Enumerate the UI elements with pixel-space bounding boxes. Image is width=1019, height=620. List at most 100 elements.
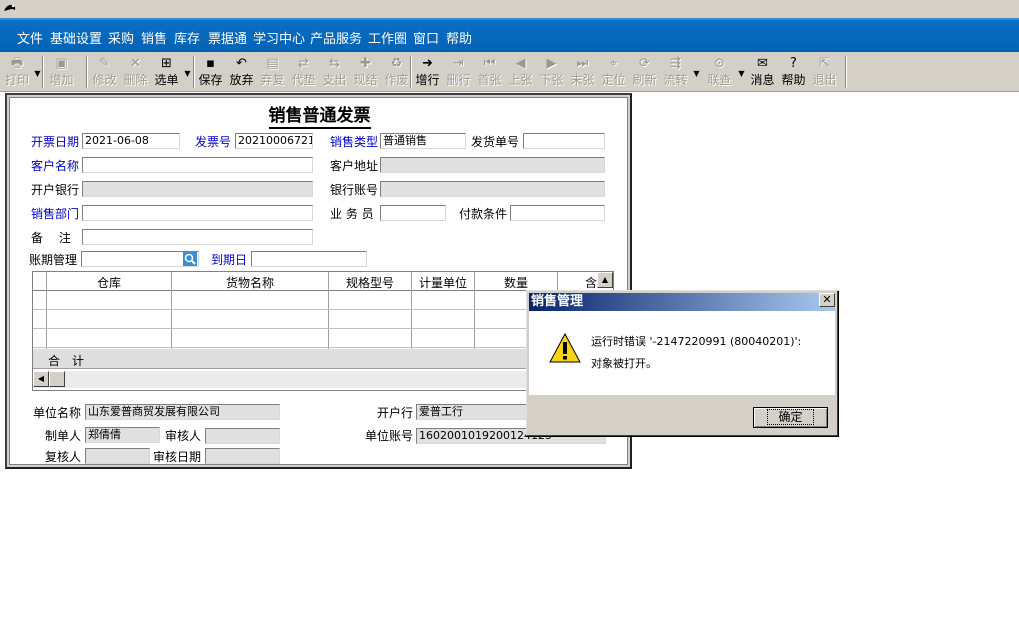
- toolbar-button-next[interactable]: ▶ 下张: [538, 54, 565, 90]
- search-icon[interactable]: [183, 252, 197, 266]
- maker-label: 制单人: [45, 429, 82, 443]
- toolbar-button-flow[interactable]: ⇶ 流转: [662, 54, 689, 90]
- toolbar-label: 刷新: [632, 73, 657, 87]
- due-date-field[interactable]: [251, 251, 367, 267]
- invoice-date-field[interactable]: 2021-06-08: [82, 133, 180, 149]
- remark-field[interactable]: [82, 229, 313, 245]
- toolbar-button-select[interactable]: ⊞ 选单: [153, 54, 180, 90]
- toolbar-label: 作废: [384, 73, 409, 87]
- sales-type-field[interactable]: 普通销售: [380, 133, 466, 149]
- toolbar-button-settle[interactable]: ✚ 现结: [352, 54, 379, 90]
- warning-icon: [549, 333, 581, 363]
- toolbar-button-prev[interactable]: ◀ 上张: [507, 54, 534, 90]
- toolbar-button-help[interactable]: ? 帮助: [780, 54, 807, 90]
- close-icon[interactable]: ✕: [819, 293, 835, 307]
- toolbar-label: 增行: [415, 73, 440, 87]
- toolbar-label: 保存: [198, 73, 223, 87]
- toolbar-separator: [42, 56, 44, 88]
- toolbar-button-void[interactable]: ♻ 作废: [383, 54, 410, 90]
- sales-dept-label: 销售部门: [31, 207, 80, 221]
- term-mgmt-field[interactable]: [81, 251, 199, 267]
- link-query-icon: ⊙: [714, 56, 725, 71]
- toolbar-button-link-query[interactable]: ⊙ 联查: [706, 54, 733, 90]
- toolbar-button-message[interactable]: ✉ 消息: [749, 54, 776, 90]
- toolbar-button-exit[interactable]: ⇱ 退出: [811, 54, 838, 90]
- invoice-no-label: 发票号: [195, 135, 232, 149]
- settle-icon: ✚: [360, 56, 371, 71]
- menu-item-10[interactable]: 帮助: [446, 28, 472, 47]
- toolbar-button-locate[interactable]: ⌖ 定位: [600, 54, 627, 90]
- edit-icon: ✎: [99, 56, 110, 71]
- customer-address-field[interactable]: [380, 157, 605, 173]
- toolbar-button-restore[interactable]: ▤ 弃复: [259, 54, 286, 90]
- review-date-field[interactable]: [205, 448, 280, 464]
- toolbar-button-last[interactable]: ⏭ 末张: [569, 54, 596, 90]
- scroll-thumb[interactable]: [49, 371, 65, 387]
- payment-terms-field[interactable]: [510, 205, 605, 221]
- col-item-name[interactable]: 货物名称: [172, 274, 328, 291]
- toolbar-label: 定位: [601, 73, 626, 87]
- menu-item-7[interactable]: 产品服务: [310, 28, 362, 47]
- customer-name-field[interactable]: [82, 157, 313, 173]
- delivery-no-label: 发货单号: [471, 135, 520, 149]
- menu-item-5[interactable]: 票据通: [208, 28, 247, 47]
- menu-item-0[interactable]: 文件: [17, 28, 43, 47]
- toolbar-button-advance[interactable]: ⇄ 代垫: [290, 54, 317, 90]
- toolbar-button-save[interactable]: ▪ 保存: [197, 54, 224, 90]
- toolbar-button-edit[interactable]: ✎ 修改: [91, 54, 118, 90]
- chevron-down-icon[interactable]: ▼: [33, 54, 42, 90]
- chevron-down-icon[interactable]: ▼: [692, 54, 701, 90]
- toolbar-button-first[interactable]: ⏮ 首张: [476, 54, 503, 90]
- app-titlebar: [0, 0, 1019, 18]
- invoice-no-field[interactable]: 202100067215: [235, 133, 313, 149]
- add-row-icon: ➜: [422, 56, 433, 71]
- scroll-up-button[interactable]: ▲: [597, 272, 613, 288]
- menu-item-1[interactable]: 基础设置: [50, 28, 102, 47]
- toolbar-label: 首张: [477, 73, 502, 87]
- toolbar-button-printer[interactable]: 🖶 打印: [4, 54, 30, 90]
- recheck-field[interactable]: [85, 448, 150, 464]
- delete-row-icon: ⇥: [453, 56, 464, 71]
- toolbar-button-undo[interactable]: ↶ 放弃: [228, 54, 255, 90]
- help-icon: ?: [790, 56, 797, 71]
- chevron-down-icon[interactable]: ▼: [737, 54, 746, 90]
- toolbar-label: 选单: [154, 73, 179, 87]
- col-spec[interactable]: 规格型号: [329, 274, 411, 291]
- col-quantity[interactable]: 数量: [475, 274, 557, 291]
- toolbar-button-refresh[interactable]: ⟳ 刷新: [631, 54, 658, 90]
- payment-terms-label: 付款条件: [459, 207, 508, 221]
- error-dialog: 销售管理 ✕ 运行时错误 '-2147220991 (80040201)': 对…: [526, 290, 838, 436]
- next-icon: ▶: [546, 56, 557, 71]
- col-warehouse[interactable]: 仓库: [47, 274, 171, 291]
- col-unit[interactable]: 计量单位: [412, 274, 474, 291]
- delivery-no-field[interactable]: [523, 133, 605, 149]
- toolbar-button-add-row[interactable]: ➜ 增行: [414, 54, 441, 90]
- sales-dept-field[interactable]: [82, 205, 313, 221]
- menu-item-6[interactable]: 学习中心: [253, 28, 305, 47]
- dialog-message-line1: 运行时错误 '-2147220991 (80040201)':: [591, 335, 802, 348]
- bank-account-field[interactable]: [380, 181, 605, 197]
- toolbar-button-expense[interactable]: ⇆ 支出: [321, 54, 348, 90]
- bank-field[interactable]: [82, 181, 313, 197]
- printer-icon: 🖶: [10, 56, 24, 71]
- company-field[interactable]: 山东爱普商贸发展有限公司: [85, 404, 280, 420]
- toolbar-button-delete-row[interactable]: ⇥ 删行: [445, 54, 472, 90]
- ok-button[interactable]: 确定: [753, 407, 828, 428]
- salesman-field[interactable]: [380, 205, 446, 221]
- menu-item-9[interactable]: 窗口: [413, 28, 439, 47]
- grid-header: 仓库 货物名称 规格型号 计量单位 数量 含: [33, 272, 613, 291]
- menu-item-8[interactable]: 工作圈: [368, 28, 407, 47]
- chevron-down-icon[interactable]: ▼: [183, 54, 192, 90]
- reviewer-field[interactable]: [205, 428, 280, 444]
- toolbar-label: 删行: [446, 73, 471, 87]
- menu-item-3[interactable]: 销售: [141, 28, 167, 47]
- bank-label: 开户银行: [31, 183, 80, 197]
- menu-item-2[interactable]: 采购: [108, 28, 134, 47]
- toolbar-button-delete[interactable]: ✕ 删除: [122, 54, 149, 90]
- dialog-message: 运行时错误 '-2147220991 (80040201)': 对象被打开。: [591, 331, 801, 375]
- dialog-message-line2: 对象被打开。: [591, 357, 657, 370]
- toolbar-button-add[interactable]: ▣ 增加: [47, 54, 76, 90]
- scroll-left-button[interactable]: ◀: [33, 371, 49, 387]
- menu-item-4[interactable]: 库存: [174, 28, 200, 47]
- maker-field[interactable]: 郑倩倩: [85, 427, 160, 443]
